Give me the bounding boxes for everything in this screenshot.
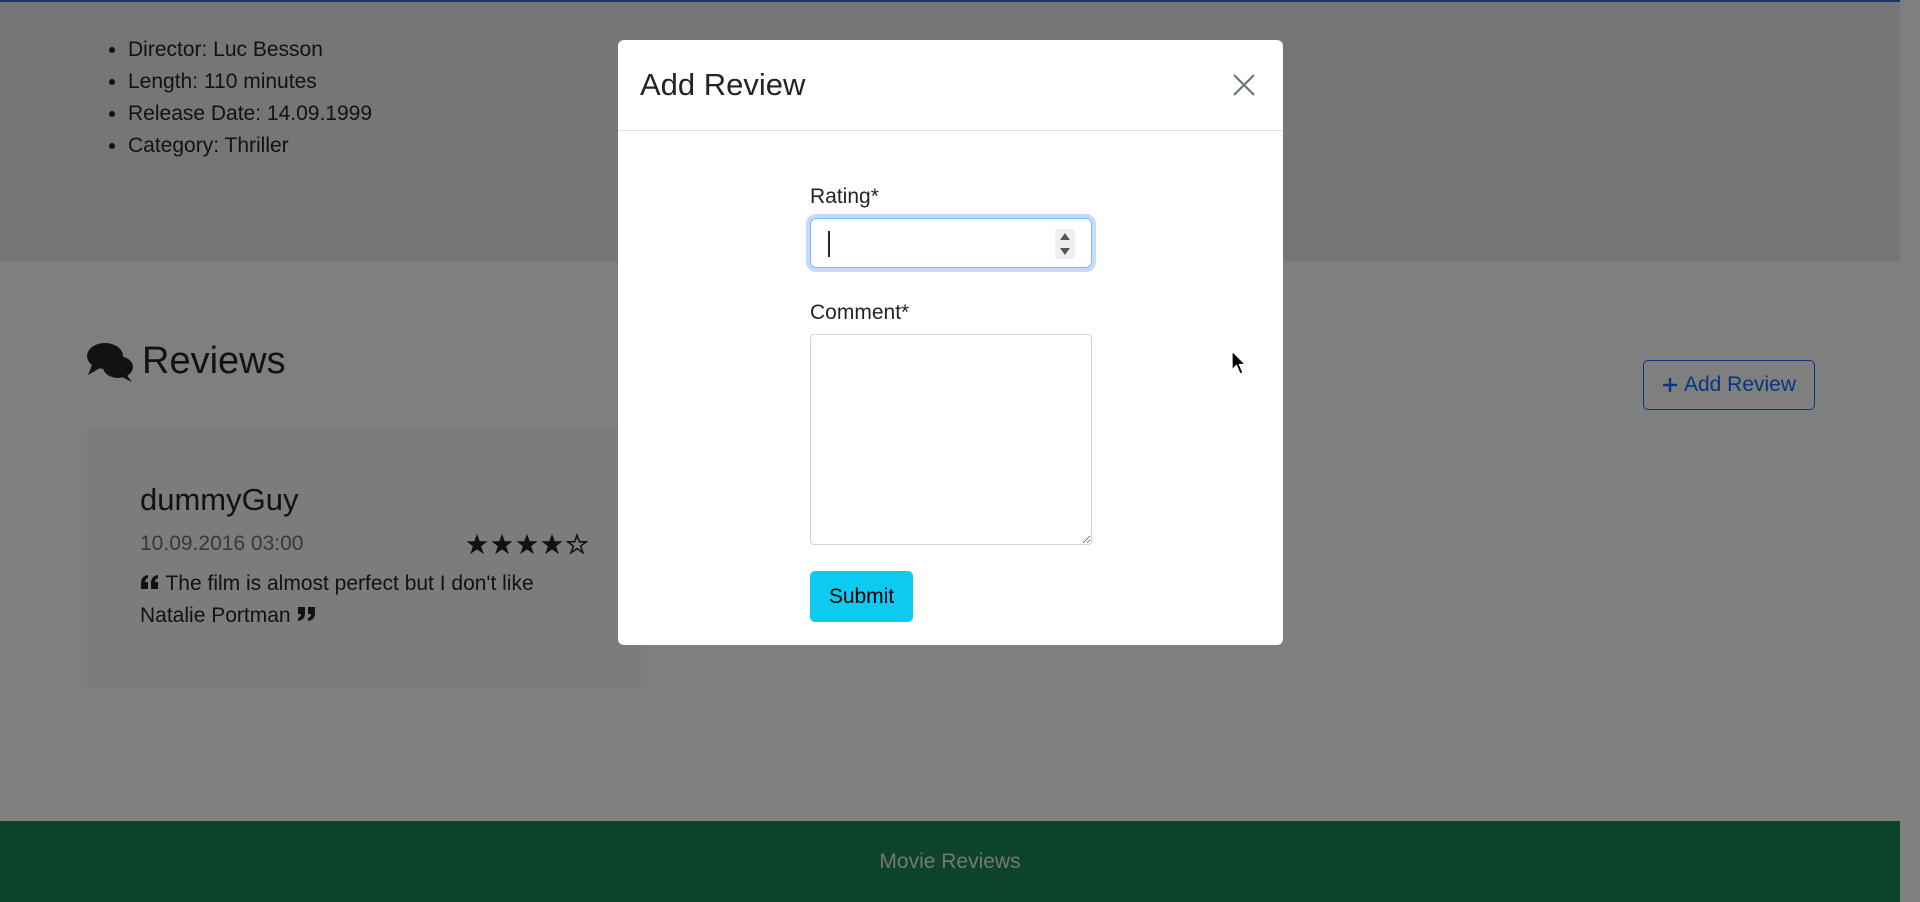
- modal-header: Add Review: [618, 40, 1283, 131]
- rating-stepper[interactable]: [1055, 229, 1075, 259]
- spinner-up-icon[interactable]: [1060, 233, 1070, 240]
- close-icon: [1233, 74, 1255, 96]
- comment-label: Comment*: [810, 301, 910, 324]
- review-form: Rating* Comment* Submit: [810, 184, 1092, 622]
- spinner-down-icon[interactable]: [1060, 248, 1070, 255]
- rating-label: Rating*: [810, 185, 879, 208]
- rating-input[interactable]: [811, 219, 1091, 267]
- text-cursor: [828, 231, 830, 257]
- add-review-modal: Add Review Rating* Comment* Submit: [618, 40, 1283, 645]
- comment-textarea[interactable]: [810, 334, 1092, 545]
- rating-field: [810, 218, 1092, 268]
- modal-close-button[interactable]: [1227, 68, 1261, 102]
- mouse-cursor-icon: [1231, 350, 1247, 375]
- submit-button[interactable]: Submit: [810, 571, 913, 622]
- modal-title: Add Review: [640, 67, 806, 102]
